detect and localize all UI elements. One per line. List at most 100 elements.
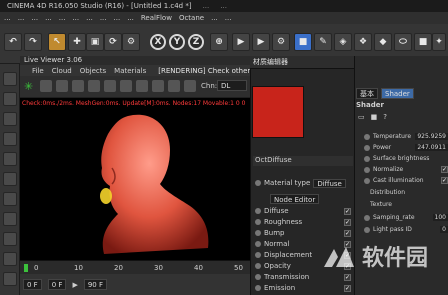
help-icon[interactable]: ?	[383, 113, 387, 121]
render-viewport[interactable]	[20, 98, 250, 260]
lock-icon[interactable]: ■	[371, 113, 378, 121]
recent-icon[interactable]: ⚙	[122, 33, 140, 51]
shader-row[interactable]: Cast illumination ✓	[364, 176, 448, 185]
environment-icon[interactable]: ⬭	[394, 33, 412, 51]
menu-item[interactable]: ...	[45, 14, 52, 22]
image-icon[interactable]: ▭	[358, 113, 365, 121]
points-mode-icon[interactable]	[3, 152, 17, 166]
checkbox[interactable]: ✓	[344, 284, 351, 292]
rotate-icon[interactable]: ⟳	[104, 33, 122, 51]
row-value[interactable]: 100	[432, 214, 448, 221]
y-axis-toggle[interactable]: Y	[169, 34, 185, 50]
shader-row[interactable]: Texture	[370, 200, 448, 209]
shader-row[interactable]: Power 247.0911	[364, 143, 448, 152]
array-icon[interactable]: ❖	[354, 33, 372, 51]
workplane-icon[interactable]	[3, 272, 17, 286]
menu-item[interactable]: ...	[59, 14, 66, 22]
lv-menu-materials[interactable]: Materials	[114, 67, 146, 75]
cube-icon[interactable]: ■	[294, 33, 312, 51]
object-pick-icon[interactable]	[168, 80, 180, 92]
current-frame-field[interactable]: 0 F	[23, 279, 42, 290]
channel-row[interactable]: Diffuse ✓	[255, 206, 351, 216]
subdivision-icon[interactable]: ◈	[334, 33, 352, 51]
checkbox[interactable]: ✓	[344, 218, 351, 226]
menu-item[interactable]: ...	[225, 14, 232, 22]
row-value[interactable]: 0	[440, 226, 448, 233]
region-icon[interactable]	[104, 80, 116, 92]
render-view-icon[interactable]: ▶	[252, 33, 270, 51]
shader-row[interactable]: Samping_rate 100	[364, 213, 448, 222]
lock-icon[interactable]	[3, 252, 17, 266]
render-region-icon[interactable]: ▶	[232, 33, 250, 51]
stop-icon[interactable]	[72, 80, 84, 92]
restart-icon[interactable]	[40, 80, 52, 92]
start-frame-field[interactable]: 0 F	[47, 279, 67, 290]
lv-menu-objects[interactable]: Objects	[80, 67, 106, 75]
channel-row[interactable]: Roughness ✓	[255, 217, 351, 227]
scale-icon[interactable]: ▣	[86, 33, 104, 51]
menu-item[interactable]: ...	[114, 14, 121, 22]
light-icon[interactable]: ✦	[432, 33, 446, 51]
shader-row[interactable]: Distribution	[370, 188, 448, 197]
z-axis-toggle[interactable]: Z	[188, 34, 204, 50]
shader-row[interactable]: Light pass ID 0	[364, 225, 448, 234]
menu-item[interactable]: ...	[72, 14, 79, 22]
enable-axis-icon[interactable]	[3, 212, 17, 226]
menu-item[interactable]: ...	[18, 14, 25, 22]
row-value[interactable]: 247.0911	[415, 144, 448, 151]
play-icon[interactable]: ▶	[72, 281, 77, 289]
timeline[interactable]: 0 10 20 30 40 50	[20, 260, 250, 274]
menu-item[interactable]: ...	[100, 14, 107, 22]
menu-item-octane[interactable]: Octane	[179, 14, 204, 22]
camera-icon[interactable]: ■	[414, 33, 432, 51]
channel-select[interactable]: DL	[217, 80, 247, 91]
browser-tab-3[interactable]: ...	[216, 2, 231, 10]
tab-shader[interactable]: Shader	[381, 88, 414, 99]
redo-icon[interactable]: ↷	[24, 33, 42, 51]
checkbox[interactable]: ✓	[441, 177, 448, 184]
node-editor-button[interactable]: Node Editor	[270, 194, 320, 204]
shader-row[interactable]: Normalize ✓	[364, 165, 448, 174]
checkbox[interactable]: ✓	[344, 207, 351, 215]
render-start-icon[interactable]: ✳	[24, 80, 36, 93]
menu-item[interactable]: ...	[211, 14, 218, 22]
move-icon[interactable]: ✚	[68, 33, 86, 51]
row-value[interactable]: 925.9259	[415, 133, 448, 140]
coord-system-icon[interactable]: ⊕	[210, 33, 228, 51]
end-frame-field[interactable]: 90 F	[83, 279, 107, 290]
tab-basic[interactable]: 基本	[356, 88, 378, 99]
lv-menu-file[interactable]: File	[32, 67, 44, 75]
live-select-icon[interactable]: ↖	[48, 33, 66, 51]
pause-icon[interactable]	[56, 80, 68, 92]
make-editable-icon[interactable]	[3, 72, 17, 86]
material-pick-icon[interactable]	[152, 80, 164, 92]
render-settings-icon[interactable]: ⚙	[272, 33, 290, 51]
channel-row[interactable]: Emission ✓	[255, 283, 351, 293]
model-mode-icon[interactable]	[3, 92, 17, 106]
menu-item[interactable]: ...	[86, 14, 93, 22]
pen-icon[interactable]: ✎	[314, 33, 332, 51]
material-type-select[interactable]: Diffuse	[313, 178, 346, 188]
lock-resolution-icon[interactable]	[120, 80, 132, 92]
shader-row[interactable]: Surface brightness	[364, 154, 448, 163]
axis-mode-icon[interactable]	[3, 132, 17, 146]
menu-item[interactable]: ...	[127, 14, 134, 22]
checkbox[interactable]: ✓	[441, 166, 448, 173]
material-preview[interactable]	[252, 86, 304, 138]
menu-item-realflow[interactable]: RealFlow	[141, 14, 172, 22]
menu-item[interactable]: ...	[31, 14, 38, 22]
snap-icon[interactable]	[3, 232, 17, 246]
clay-mode-icon[interactable]	[184, 80, 196, 92]
refresh-icon[interactable]	[88, 80, 100, 92]
deformer-icon[interactable]: ◆	[374, 33, 392, 51]
browser-tab-2[interactable]: ...	[199, 2, 214, 10]
menu-item[interactable]: ...	[4, 14, 11, 22]
lv-menu-cloud[interactable]: Cloud	[52, 67, 72, 75]
texture-mode-icon[interactable]	[3, 112, 17, 126]
undo-icon[interactable]: ↶	[4, 33, 22, 51]
polygons-mode-icon[interactable]	[3, 192, 17, 206]
playhead-marker[interactable]	[24, 264, 28, 272]
shader-row[interactable]: Temperature 925.9259	[364, 132, 448, 141]
focus-pick-icon[interactable]	[136, 80, 148, 92]
edges-mode-icon[interactable]	[3, 172, 17, 186]
